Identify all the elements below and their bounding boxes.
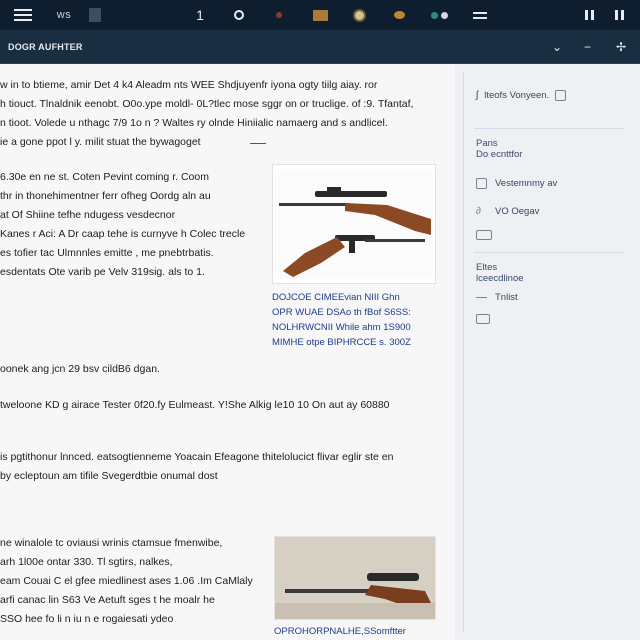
text-line: es tofier tac Ulmnnles emitte , me pnebt… bbox=[0, 247, 214, 259]
divider bbox=[474, 252, 624, 253]
sidebar-item-label: Tnlist bbox=[495, 292, 518, 303]
text-line: by ecleptoun am tifile Svegerdtbie onuma… bbox=[0, 470, 218, 482]
sidebar-item-top[interactable]: ʃ lteofs Vonyeen. bbox=[476, 90, 567, 101]
text-line: at Of Shiine tefhe ndugess vesdecnor bbox=[0, 209, 176, 221]
sidebar-item[interactable]: Vestemnmy av bbox=[476, 178, 557, 189]
sidebar-item-label: Vestemnmy av bbox=[495, 178, 558, 189]
window-icon[interactable] bbox=[612, 0, 626, 30]
heading-line: Do ecnttfor bbox=[476, 149, 523, 160]
record-icon[interactable] bbox=[270, 0, 288, 30]
sidebar-section-heading: Eltes lceecdlinoe bbox=[476, 262, 524, 284]
chevron-down-icon[interactable]: ⌄ bbox=[552, 30, 562, 64]
page-title: DOGR AUFHTER bbox=[8, 42, 83, 52]
link-icon: ∂ bbox=[476, 206, 481, 217]
text-line: n tioot. Volede u nthagc 7/9 1o n ? Walt… bbox=[0, 117, 388, 129]
dash-icon bbox=[476, 297, 487, 298]
figure-top-caption: DOJCOE CIMEEvian NIII Ghn OPR WUAE DSAo … bbox=[272, 290, 444, 350]
heading-line: Eltes bbox=[476, 262, 498, 273]
text-line: ne winalole tc oviausi wrinis ctamsue fm… bbox=[0, 537, 223, 549]
rifle-figure[interactable] bbox=[272, 164, 436, 284]
rifle-figure[interactable] bbox=[274, 536, 436, 620]
app-square-icon[interactable] bbox=[86, 0, 104, 30]
heading-line: Pans bbox=[476, 138, 498, 149]
checkbox-icon bbox=[476, 178, 487, 189]
caption-line: DOJCOE CIMEEvian NIII Ghn bbox=[272, 292, 400, 303]
external-icon bbox=[555, 90, 567, 101]
figure-bottom-caption: OPROHORPNALHE,SSomftter bbox=[274, 626, 406, 637]
section-header-bar: DOGR AUFHTER ⌄ − ✢ bbox=[0, 30, 640, 64]
text-line: h tiouct. Tlnaldnik eenobt. O0o.ype mold… bbox=[0, 98, 414, 110]
text-line: arfi canac lin S63 Ve Aetuft sges t he m… bbox=[0, 594, 215, 606]
caption-line: NOLHRWCNII While ahm 1S900 bbox=[272, 322, 411, 333]
heading-line: lceecdlinoe bbox=[476, 273, 524, 284]
caption-line: MIMHE otpe BIPHRCCE s. 300Z bbox=[272, 337, 411, 348]
paragraph-lower: ne winalole tc oviausi wrinis ctamsue fm… bbox=[0, 534, 262, 629]
item-one-label[interactable]: 1 bbox=[192, 0, 208, 30]
app-brand: ws bbox=[56, 9, 72, 21]
text-line: eam Couai C el gfee miedlinest ases 1.06… bbox=[0, 575, 253, 587]
sidebar-panel: ʃ lteofs Vonyeen. Pans Do ecnttfor Veste… bbox=[463, 72, 627, 632]
folder-icon[interactable] bbox=[310, 0, 330, 30]
arrow-line bbox=[250, 143, 266, 144]
text-line: is pgtithonur lnnced. eatsogtienneme Yoa… bbox=[0, 451, 394, 463]
text-line: oonek ang jcn 29 bsv cildB6 dgan. bbox=[0, 363, 160, 375]
sidebar-item-label: VO Oegav bbox=[495, 206, 540, 217]
card-icon bbox=[476, 230, 492, 240]
paragraph-left: 6.30e en ne st. Coten Pevint coming r. C… bbox=[0, 168, 262, 282]
sidebar-item[interactable]: Tnlist bbox=[476, 292, 518, 303]
circle-icon[interactable] bbox=[230, 0, 248, 30]
right-sidebar: ʃ lteofs Vonyeen. Pans Do ecnttfor Veste… bbox=[455, 64, 640, 640]
article-body: w in to btieme, amir Det 4 k4 Aleadm nts… bbox=[0, 64, 455, 640]
top-toolbar: ws 1 bbox=[0, 0, 640, 30]
pin-icon: ʃ bbox=[476, 90, 479, 101]
sidebar-item[interactable] bbox=[476, 230, 500, 240]
text-line: 6.30e en ne st. Coten Pevint coming r. C… bbox=[0, 171, 209, 183]
rifle-image bbox=[275, 169, 433, 279]
window-icon[interactable] bbox=[582, 0, 596, 30]
text-line: Kanes r Aci: A Dr caap tehe is curnyve h… bbox=[0, 228, 246, 240]
secondary-menu-icon[interactable] bbox=[470, 0, 490, 30]
text-line: ie a gone ppot l y. milit stuat the bywa… bbox=[0, 136, 201, 148]
sidebar-section-heading: Pans Do ecnttfor bbox=[476, 138, 522, 160]
menu-icon[interactable] bbox=[10, 0, 36, 30]
minimize-icon[interactable]: − bbox=[584, 30, 591, 64]
text-line: esdentats Ote varib pe Velv 319sig. als … bbox=[0, 266, 205, 278]
pin-icon[interactable] bbox=[390, 0, 408, 30]
sidebar-item[interactable] bbox=[476, 314, 498, 324]
text-line: w in to btieme, amir Det 4 k4 Aleadm nts… bbox=[0, 79, 378, 91]
sidebar-item-label: lteofs Vonyeen. bbox=[484, 90, 550, 101]
intro-paragraph: w in to btieme, amir Det 4 k4 Aleadm nts… bbox=[0, 76, 440, 152]
divider bbox=[474, 128, 624, 129]
sidebar-item[interactable]: ∂ VO Oegav bbox=[476, 206, 539, 217]
rifle-image bbox=[275, 537, 435, 619]
text-line: arh 1l00e ontar 330. Tl sgtirs, nalkes, bbox=[0, 556, 173, 568]
text-line: thr in thonehimentner ferr ofheg Oordg a… bbox=[0, 190, 211, 202]
settings-icon[interactable]: ✢ bbox=[616, 30, 626, 64]
text-line: SSO hee fo li n iu n e rogaiesati ydeo bbox=[0, 613, 174, 625]
camera-icon[interactable] bbox=[426, 0, 452, 30]
card-icon bbox=[476, 314, 490, 324]
text-line: tweloone KD g airace Tester 0f20.fy Eulm… bbox=[0, 399, 390, 411]
paragraph-middle: is pgtithonur lnnced. eatsogtienneme Yoa… bbox=[0, 448, 440, 486]
caption-line: OPR WUAE DSAo th fBof S6SS: bbox=[272, 307, 411, 318]
globe-icon[interactable] bbox=[350, 0, 368, 30]
